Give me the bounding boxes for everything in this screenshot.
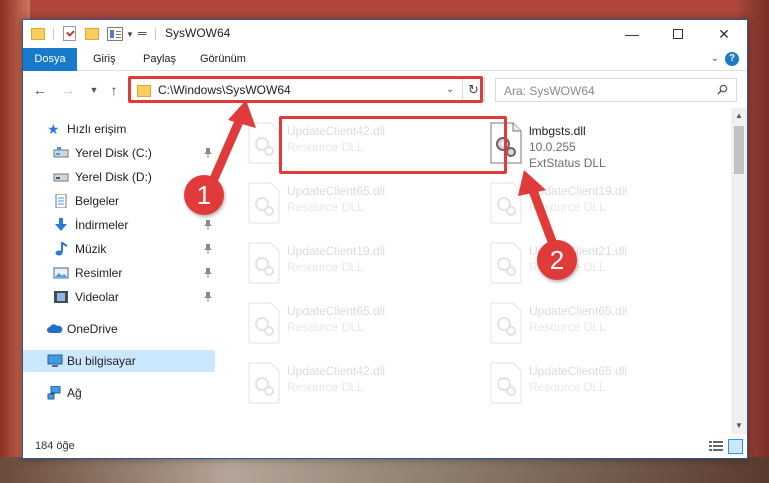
arrow-2-icon — [518, 170, 561, 257]
step-2-badge: 2 — [537, 240, 577, 280]
step-1-badge: 1 — [184, 175, 224, 215]
annotation-arrows — [205, 100, 561, 257]
arrow-1-icon — [205, 100, 256, 193]
